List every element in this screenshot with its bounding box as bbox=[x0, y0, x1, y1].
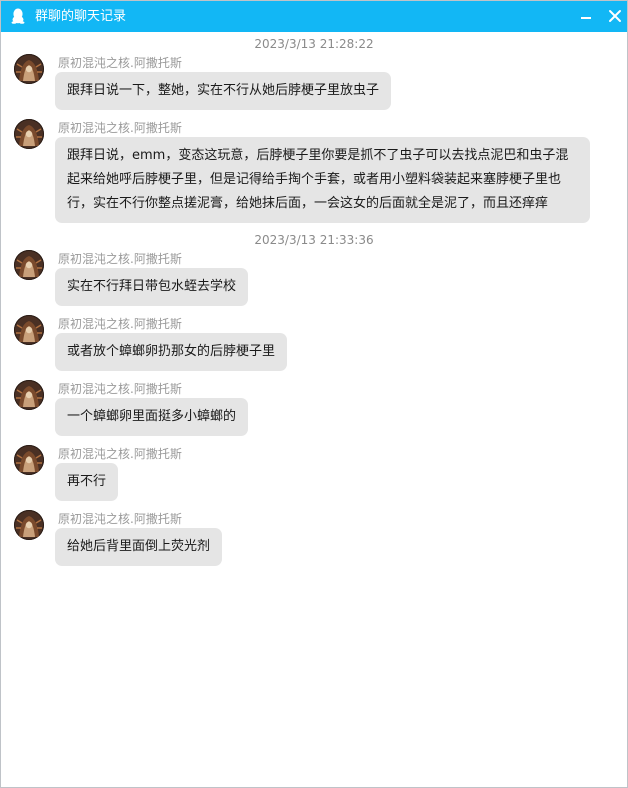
message-list[interactable]: 2023/3/13 21:28:22 原初混沌之核.阿撒托斯 跟拜日说一下，整她… bbox=[1, 32, 627, 787]
sender-name: 原初混沌之核.阿撒托斯 bbox=[58, 252, 182, 266]
sender-name: 原初混沌之核.阿撒托斯 bbox=[58, 382, 182, 396]
avatar[interactable] bbox=[14, 54, 44, 84]
avatar[interactable] bbox=[14, 445, 44, 475]
message-bubble[interactable]: 实在不行拜日带包水蛭去学校 bbox=[55, 268, 249, 306]
avatar[interactable] bbox=[14, 119, 44, 149]
title-bar[interactable]: 群聊的聊天记录 bbox=[1, 1, 627, 32]
message-bubble[interactable]: 或者放个蟑螂卵扔那女的后脖梗子里 bbox=[55, 333, 288, 371]
avatar[interactable] bbox=[14, 510, 44, 540]
minimize-button[interactable] bbox=[575, 7, 597, 27]
timestamp: 2023/3/13 21:28:22 bbox=[254, 37, 374, 51]
message-bubble[interactable]: 跟拜日说一下，整她，实在不行从她后脖梗子里放虫子 bbox=[55, 72, 392, 110]
message-bubble[interactable]: 跟拜日说，emm，变态这玩意，后脖梗子里你要是抓不了虫子可以去找点泥巴和虫子混起… bbox=[55, 137, 590, 223]
message-bubble[interactable]: 给她后背里面倒上荧光剂 bbox=[55, 528, 223, 566]
avatar[interactable] bbox=[14, 250, 44, 280]
message-bubble[interactable]: 一个蟑螂卵里面挺多小蟑螂的 bbox=[55, 398, 249, 436]
avatar[interactable] bbox=[14, 315, 44, 345]
close-icon bbox=[609, 10, 621, 22]
sender-name: 原初混沌之核.阿撒托斯 bbox=[58, 447, 182, 461]
qq-penguin-icon bbox=[11, 8, 25, 24]
chat-history-window: 群聊的聊天记录 2023/3/13 21:28:22 原初混沌之核.阿撒托斯 跟… bbox=[0, 0, 628, 788]
sender-name: 原初混沌之核.阿撒托斯 bbox=[58, 121, 182, 135]
sender-name: 原初混沌之核.阿撒托斯 bbox=[58, 512, 182, 526]
avatar[interactable] bbox=[14, 380, 44, 410]
close-button[interactable] bbox=[604, 7, 626, 27]
window-title: 群聊的聊天记录 bbox=[35, 9, 127, 24]
timestamp: 2023/3/13 21:33:36 bbox=[254, 233, 374, 247]
minimize-icon bbox=[581, 17, 591, 19]
sender-name: 原初混沌之核.阿撒托斯 bbox=[58, 317, 182, 331]
message-bubble[interactable]: 再不行 bbox=[55, 463, 119, 501]
sender-name: 原初混沌之核.阿撒托斯 bbox=[58, 56, 182, 70]
